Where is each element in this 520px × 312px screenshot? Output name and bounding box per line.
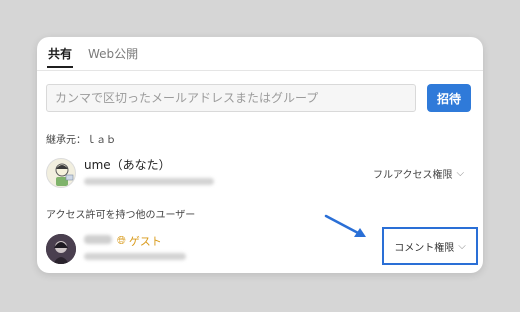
- tab-web-publish[interactable]: Web公開: [88, 45, 138, 71]
- guest-avatar: [46, 234, 76, 264]
- chevron-down-icon: ⌵: [458, 240, 466, 252]
- others-section-title: アクセス許可を持つ他のユーザー: [46, 210, 196, 221]
- guest-name-redacted: [84, 235, 112, 244]
- owner-email-redacted: [84, 178, 214, 185]
- globe-icon: 🌐︎: [117, 234, 126, 247]
- owner-permission-label: フルアクセス権限: [373, 170, 453, 181]
- guest-permission-dropdown[interactable]: コメント権限 ⌵: [382, 227, 478, 265]
- guest-email-redacted: [84, 253, 186, 260]
- guest-badge-label: ゲスト: [128, 235, 162, 248]
- guest-permission-label: コメント権限: [394, 242, 455, 254]
- invite-email-input[interactable]: [46, 84, 416, 112]
- owner-name: ume（あなた）: [84, 158, 171, 172]
- share-panel: 共有 Web公開 招待 継承元：ｌａｂ ume（あなた） フルアクセス権限 ⌵ …: [37, 37, 483, 273]
- guest-badge: 🌐︎ ゲスト: [117, 233, 162, 249]
- owner-permission-dropdown[interactable]: フルアクセス権限 ⌵: [373, 166, 464, 181]
- owner-avatar: [46, 158, 76, 188]
- invite-button[interactable]: 招待: [427, 84, 471, 112]
- inherited-from-label: 継承元：ｌａｂ: [46, 135, 116, 146]
- tab-divider: [37, 70, 483, 71]
- chevron-down-icon: ⌵: [456, 168, 465, 179]
- annotation-arrow: [324, 214, 366, 237]
- active-tab-indicator: [47, 66, 73, 68]
